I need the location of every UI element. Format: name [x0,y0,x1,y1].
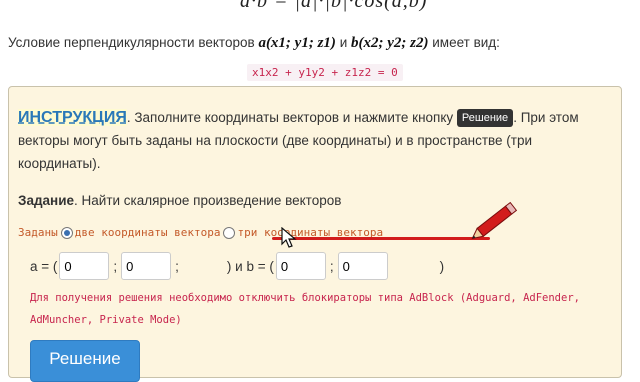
vector-b-close: ) [439,258,445,274]
vector-b-x-input[interactable] [275,252,326,280]
annotation-underline [272,237,490,240]
vector-b-label: ) и b = ( [226,258,274,274]
vector-a-label: a = ( [30,258,58,274]
top-formula: a·b = |a|·|b|·cos(a,b) [240,0,428,12]
inline-solve-button-label: Решение [456,109,514,127]
condition-suffix: имеет вид: [432,35,500,50]
pencil-icon [470,198,522,247]
radio-two-coordinates-label[interactable]: две координаты вектора [75,226,221,239]
instruction-block: ИНСТРУКЦИЯ. Заполните координаты векторо… [18,106,616,175]
task-text: . Найти скалярное произведение векторов [74,193,342,208]
instruction-title: ИНСТРУКЦИЯ [18,109,127,126]
vector-b-formula: b(x2; y2; z2) [351,35,429,51]
task-label: Задание [18,193,75,208]
mode-prefix: Заданы [18,226,58,239]
separator: ; [113,258,118,274]
perpendicularity-formula: x1x2 + y1y2 + z1z2 = 0 [247,64,403,81]
condition-conj: и [339,35,348,50]
vector-a-x-input[interactable] [59,252,110,280]
separator: ; [329,258,334,274]
solve-button[interactable]: Решение [30,340,140,382]
task-line: Задание. Найти скалярное произведение ве… [18,193,341,208]
radio-two-coordinates[interactable] [60,226,73,239]
vector-inputs: a = ( ; ; ) и b = ( ; ) [30,250,444,282]
separator: ; [175,258,179,274]
instruction-text-1: . Заполните координаты векторов и нажмит… [126,110,454,125]
radio-three-coordinates[interactable] [223,226,236,239]
adblock-warning: Для получения решения необходимо отключи… [30,292,580,326]
vector-a-formula: a(x1; y1; z1) [258,35,336,51]
condition-prefix: Условие перпендикулярности векторов [8,35,255,50]
vector-b-y-input[interactable] [337,252,388,280]
vector-a-y-input[interactable] [121,252,172,280]
perpendicularity-condition: Условие перпендикулярности векторов a(x1… [8,32,633,54]
